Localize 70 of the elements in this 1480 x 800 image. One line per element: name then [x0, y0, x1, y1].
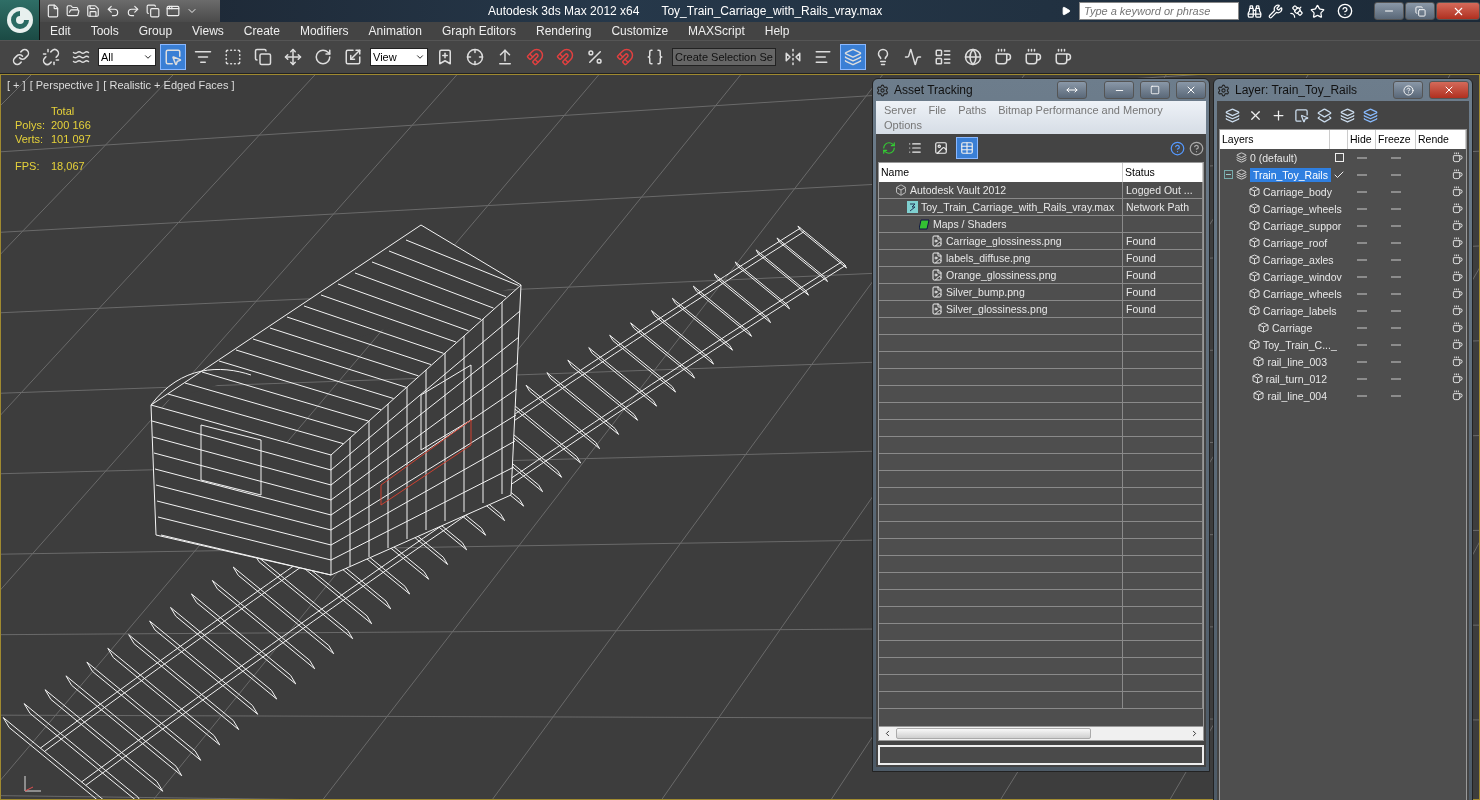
menu-item[interactable]: Animation — [358, 24, 432, 38]
selection-filter-dropdown[interactable]: All — [98, 48, 156, 66]
window-title: Asset Tracking — [894, 83, 973, 97]
menu-item[interactable]: File — [924, 103, 951, 117]
asset-name[interactable]: Carriage_glossiness.png — [946, 235, 1062, 247]
layer-name[interactable]: rail_turn_012 — [1265, 372, 1327, 385]
asset-status: Found — [1126, 303, 1156, 315]
column-header[interactable]: Freeze — [1376, 130, 1416, 149]
stat-value: 200 166 — [51, 119, 91, 131]
stats-header: Total — [51, 105, 76, 117]
layer-name[interactable]: Carriage_labels — [1263, 304, 1337, 317]
asset-name[interactable]: Orange_glossiness.png — [946, 269, 1057, 281]
asset-status: Found — [1126, 235, 1156, 247]
stat-label: Polys: — [15, 119, 46, 131]
layer-name[interactable]: rail_line_003 — [1267, 355, 1327, 368]
menu-item[interactable]: Edit — [40, 24, 81, 38]
viewport-label[interactable]: [ + ] — [7, 79, 26, 91]
file-title: Toy_Train_Carriage_with_Rails_vray.max — [661, 4, 883, 18]
column-header[interactable]: Layers — [1220, 130, 1330, 149]
menu-item[interactable]: Graph Editors — [431, 24, 526, 38]
window-title: Layer: Train_Toy_Rails — [1235, 83, 1358, 97]
menu-item[interactable]: Group — [128, 24, 183, 38]
asset-name[interactable]: Maps / Shaders — [933, 218, 1007, 230]
asset-name[interactable]: Silver_bump.png — [946, 286, 1025, 298]
menu-item[interactable]: Paths — [954, 103, 991, 117]
layer-name[interactable]: Carriage_roof — [1263, 236, 1328, 249]
asset-status: Network Path — [1126, 201, 1190, 213]
layer-name[interactable]: Train_Toy_Rails — [1250, 167, 1331, 182]
menu-item[interactable]: Customize — [601, 24, 679, 38]
asset-name[interactable]: Autodesk Vault 2012 — [910, 184, 1007, 196]
menu-item[interactable]: Server — [880, 103, 921, 117]
layer-name[interactable]: Carriage_windov — [1263, 270, 1342, 283]
layer-name[interactable]: Carriage_wheels — [1263, 202, 1342, 215]
menu-item[interactable]: Views — [182, 24, 234, 38]
layer-name[interactable]: Carriage — [1272, 321, 1313, 334]
layer-name[interactable]: Carriage_axles — [1263, 253, 1334, 266]
column-header[interactable]: Rende — [1416, 130, 1466, 149]
menu-item[interactable]: Create — [233, 24, 290, 38]
layer-name[interactable]: Toy_Train_C..._ — [1263, 338, 1337, 351]
column-header[interactable]: Hide — [1348, 130, 1376, 149]
asset-status: Found — [1126, 269, 1156, 281]
stat-value: 101 097 — [51, 133, 91, 145]
column-header[interactable]: Status — [1123, 163, 1203, 182]
menu-item[interactable]: MAXScript — [678, 24, 755, 38]
layer-name[interactable]: rail_line_004 — [1267, 389, 1327, 402]
app-title: Autodesk 3ds Max 2012 x64 — [488, 4, 640, 18]
stat-label: Verts: — [15, 133, 45, 145]
asset-name[interactable]: labels_diffuse.png — [946, 252, 1031, 264]
menu-item[interactable]: Bitmap Performance and Memory — [994, 103, 1167, 117]
menu-item[interactable]: Tools — [80, 24, 129, 38]
search-field[interactable]: Type a keyword or phrase — [1079, 2, 1239, 20]
menu-item[interactable]: Options — [880, 118, 926, 132]
menu-item[interactable]: Help — [754, 24, 800, 38]
column-header[interactable]: Name — [879, 163, 1123, 182]
layer-name[interactable]: Carriage_suppor — [1263, 219, 1342, 232]
menu-item[interactable]: Modifiers — [289, 24, 359, 38]
asset-name[interactable]: Toy_Train_Carriage_with_Rails_vray.max — [921, 201, 1115, 213]
asset-name[interactable]: Silver_glossiness.png — [946, 303, 1048, 315]
reference-coordinate-dropdown[interactable]: View — [370, 48, 428, 66]
viewport-label[interactable]: [ Perspective ] — [29, 79, 100, 91]
viewport-label[interactable]: [ Realistic + Edged Faces ] — [103, 79, 235, 91]
layer-name[interactable]: 0 (default) — [1250, 151, 1298, 164]
stat-label: FPS: — [15, 160, 41, 172]
layer-name[interactable]: Carriage_wheels — [1263, 287, 1342, 300]
asset-status: Found — [1126, 252, 1156, 264]
asset-status: Logged Out ... — [1126, 184, 1193, 196]
asset-status: Found — [1126, 286, 1156, 298]
stat-value: 18,067 — [51, 160, 86, 172]
layer-name[interactable]: Carriage_body — [1263, 185, 1332, 198]
menu-item[interactable]: Rendering — [526, 24, 602, 38]
